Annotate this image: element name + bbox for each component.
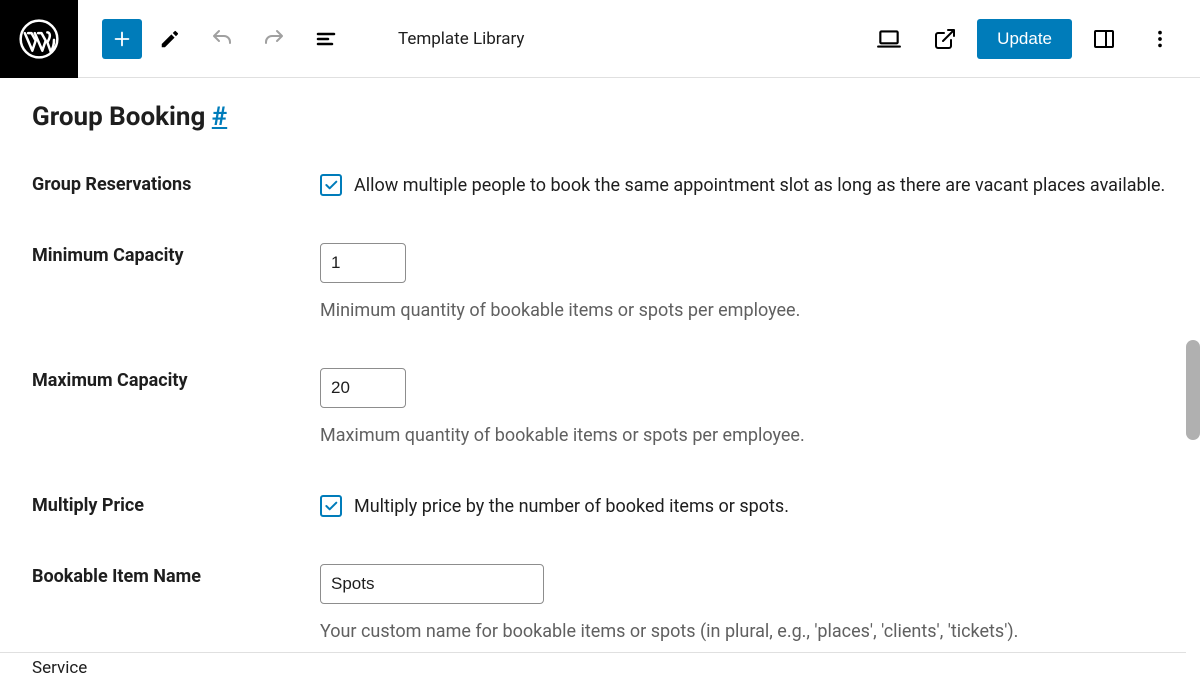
field-label: Multiply Price: [32, 493, 320, 516]
group-reservations-checkbox[interactable]: [320, 174, 342, 196]
field-label: Bookable Item Name: [32, 564, 320, 587]
external-link-button[interactable]: [921, 15, 969, 63]
field-content: Allow multiple people to book the same a…: [320, 172, 1168, 199]
pencil-icon: [159, 28, 181, 50]
view-button[interactable]: [865, 15, 913, 63]
section-heading: Group Booking #: [32, 102, 1168, 132]
checkbox-row: Allow multiple people to book the same a…: [320, 172, 1168, 199]
more-options-button[interactable]: [1136, 15, 1184, 63]
field-content: Maximum quantity of bookable items or sp…: [320, 368, 1168, 449]
outline-icon: [314, 27, 338, 51]
field-content: Multiply price by the number of booked i…: [320, 493, 1168, 520]
footer-bar: Service: [0, 652, 1186, 684]
field-group-reservations: Group Reservations Allow multiple people…: [32, 172, 1168, 199]
bookable-item-name-input[interactable]: [320, 564, 544, 604]
field-label: Minimum Capacity: [32, 243, 320, 266]
undo-button[interactable]: [198, 15, 246, 63]
undo-icon: [210, 27, 234, 51]
right-toolbar: Update: [865, 15, 1184, 63]
checkbox-label: Allow multiple people to book the same a…: [354, 172, 1165, 199]
scrollbar-thumb[interactable]: [1186, 340, 1200, 440]
field-content: Minimum quantity of bookable items or sp…: [320, 243, 1168, 324]
checkbox-row: Multiply price by the number of booked i…: [320, 493, 1168, 520]
field-description: Maximum quantity of bookable items or sp…: [320, 422, 1168, 449]
field-minimum-capacity: Minimum Capacity Minimum quantity of boo…: [32, 243, 1168, 324]
wordpress-icon: [19, 19, 59, 59]
field-bookable-item-name: Bookable Item Name Your custom name for …: [32, 564, 1168, 645]
maximum-capacity-input[interactable]: [320, 368, 406, 408]
field-label: Group Reservations: [32, 172, 320, 195]
check-icon: [323, 498, 339, 514]
editor-content: Group Booking # Group Reservations Allow…: [0, 78, 1200, 652]
multiply-price-checkbox[interactable]: [320, 495, 342, 517]
edit-tools-button[interactable]: [146, 15, 194, 63]
section-anchor-link[interactable]: #: [212, 102, 227, 132]
footer-breadcrumb[interactable]: Service: [32, 658, 87, 678]
more-vertical-icon: [1149, 28, 1171, 50]
redo-button[interactable]: [250, 15, 298, 63]
document-overview-button[interactable]: [302, 15, 350, 63]
editor-top-bar: Template Library Update: [0, 0, 1200, 78]
section-title-text: Group Booking: [32, 102, 205, 132]
settings-sidebar-button[interactable]: [1080, 15, 1128, 63]
redo-icon: [262, 27, 286, 51]
field-multiply-price: Multiply Price Multiply price by the num…: [32, 493, 1168, 520]
laptop-icon: [876, 26, 902, 52]
wp-logo-button[interactable]: [0, 0, 78, 78]
sidebar-icon: [1092, 27, 1116, 51]
minimum-capacity-input[interactable]: [320, 243, 406, 283]
field-label: Maximum Capacity: [32, 368, 320, 391]
plus-icon: [111, 28, 133, 50]
checkbox-label: Multiply price by the number of booked i…: [354, 493, 789, 520]
check-icon: [323, 177, 339, 193]
field-description: Minimum quantity of bookable items or sp…: [320, 297, 1168, 324]
field-description: Your custom name for bookable items or s…: [320, 618, 1168, 645]
field-maximum-capacity: Maximum Capacity Maximum quantity of boo…: [32, 368, 1168, 449]
add-block-button[interactable]: [102, 19, 142, 59]
left-toolbar: [102, 15, 350, 63]
field-content: Your custom name for bookable items or s…: [320, 564, 1168, 645]
page-title: Template Library: [398, 29, 524, 49]
update-button[interactable]: Update: [977, 19, 1072, 59]
external-link-icon: [933, 27, 957, 51]
